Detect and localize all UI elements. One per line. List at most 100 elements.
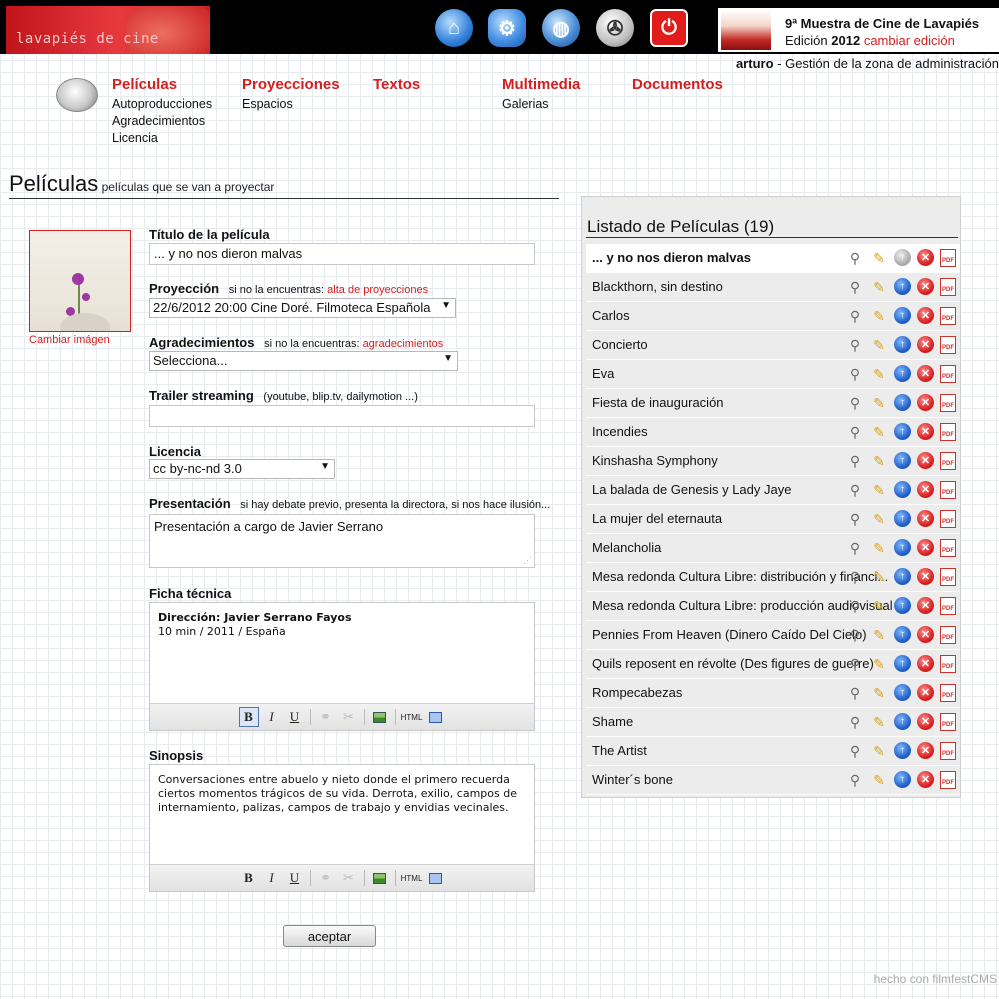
pencil-icon[interactable]: ✎ [870,336,888,354]
pencil-icon[interactable]: ✎ [870,249,888,267]
magnifier-icon[interactable]: ⚲ [846,307,864,325]
delete-icon[interactable]: ✕ [917,452,934,469]
magnifier-icon[interactable]: ⚲ [846,626,864,644]
pencil-icon[interactable]: ✎ [870,655,888,673]
delete-icon[interactable]: ✕ [917,655,934,672]
list-item[interactable]: Winter´s bone ⚲ ✎ ↑ ✕ PDF [586,766,960,795]
pencil-icon[interactable]: ✎ [870,365,888,383]
arrow-up-icon[interactable]: ↑ [894,684,911,701]
home-icon[interactable]: ⌂ [434,8,474,48]
list-item[interactable]: Fiesta de inauguración ⚲ ✎ ↑ ✕ PDF [586,389,960,418]
arrow-up-icon[interactable]: ↑ [894,655,911,672]
pencil-icon[interactable]: ✎ [870,626,888,644]
delete-icon[interactable]: ✕ [917,626,934,643]
film-title[interactable]: Concierto [592,337,648,352]
arrow-up-icon[interactable]: ↑ [894,394,911,411]
arrow-up-icon[interactable]: ↑ [894,626,911,643]
pdf-icon[interactable]: PDF [940,742,956,760]
list-item[interactable]: Eva ⚲ ✎ ↑ ✕ PDF [586,360,960,389]
arrow-up-icon[interactable]: ↑ [894,771,911,788]
film-title[interactable]: Blackthorn, sin destino [592,279,723,294]
pdf-icon[interactable]: PDF [940,713,956,731]
film-title[interactable]: The Artist [592,743,647,758]
pdf-icon[interactable]: PDF [940,423,956,441]
delete-icon[interactable]: ✕ [917,742,934,759]
pdf-icon[interactable]: PDF [940,307,956,325]
list-item[interactable]: Blackthorn, sin destino ⚲ ✎ ↑ ✕ PDF [586,273,960,302]
thanks-select[interactable]: Selecciona... ▼ [149,351,458,371]
film-title[interactable]: Incendies [592,424,648,439]
arrow-up-icon[interactable]: ↑ [894,249,911,266]
bold-button[interactable]: B [238,707,259,727]
list-item[interactable]: The Artist ⚲ ✎ ↑ ✕ PDF [586,737,960,766]
film-title[interactable]: ... y no nos dieron malvas [592,250,751,265]
arrow-up-icon[interactable]: ↑ [894,510,911,527]
arrow-up-icon[interactable]: ↑ [894,423,911,440]
pencil-icon[interactable]: ✎ [870,597,888,615]
magnifier-icon[interactable]: ⚲ [846,597,864,615]
pencil-icon[interactable]: ✎ [870,713,888,731]
menu-proyecciones-title[interactable]: Proyecciones [242,76,340,93]
pdf-icon[interactable]: PDF [940,249,956,267]
delete-icon[interactable]: ✕ [917,336,934,353]
delete-icon[interactable]: ✕ [917,249,934,266]
thanks-link[interactable]: agradecimientos [363,338,444,350]
film-title[interactable]: La balada de Genesis y Lady Jaye [592,482,791,497]
film-title[interactable]: Rompecabezas [592,685,682,700]
film-title[interactable]: Winter´s bone [592,772,673,787]
pdf-icon[interactable]: PDF [940,626,956,644]
list-item[interactable]: Pennies From Heaven (Dinero Caído Del Ci… [586,621,960,650]
pdf-icon[interactable]: PDF [940,655,956,673]
pdf-icon[interactable]: PDF [940,336,956,354]
film-reel-icon[interactable]: ✇ [595,8,635,48]
magnifier-icon[interactable]: ⚲ [846,365,864,383]
pdf-icon[interactable]: PDF [940,394,956,412]
magnifier-icon[interactable]: ⚲ [846,452,864,470]
pdf-icon[interactable]: PDF [940,684,956,702]
power-icon[interactable]: ⏻ [649,8,689,48]
film-title[interactable]: Fiesta de inauguración [592,395,724,410]
magnifier-icon[interactable]: ⚲ [846,539,864,557]
pencil-icon[interactable]: ✎ [870,452,888,470]
sheet-editor-content[interactable]: Dirección: Javier Serrano Fayos 10 min /… [150,603,534,647]
pencil-icon[interactable]: ✎ [870,278,888,296]
arrow-up-icon[interactable]: ↑ [894,336,911,353]
pencil-icon[interactable]: ✎ [870,394,888,412]
magnifier-icon[interactable]: ⚲ [846,423,864,441]
arrow-up-icon[interactable]: ↑ [894,539,911,556]
pencil-icon[interactable]: ✎ [870,481,888,499]
film-title[interactable]: Pennies From Heaven (Dinero Caído Del Ci… [592,627,867,642]
pdf-icon[interactable]: PDF [940,452,956,470]
pencil-icon[interactable]: ✎ [870,539,888,557]
arrow-up-icon[interactable]: ↑ [894,278,911,295]
magnifier-icon[interactable]: ⚲ [846,249,864,267]
insert-image-icon[interactable] [370,868,390,888]
delete-icon[interactable]: ✕ [917,568,934,585]
pencil-icon[interactable]: ✎ [870,568,888,586]
pdf-icon[interactable]: PDF [940,568,956,586]
arrow-up-icon[interactable]: ↑ [894,365,911,382]
film-title[interactable]: Mesa redonda Cultura Libre: distribución… [592,569,888,584]
list-item[interactable]: Mesa redonda Cultura Libre: producción a… [586,592,960,621]
pencil-icon[interactable]: ✎ [870,771,888,789]
delete-icon[interactable]: ✕ [917,423,934,440]
menu-item-licencia[interactable]: Licencia [112,130,212,147]
film-title[interactable]: Eva [592,366,614,381]
magnifier-icon[interactable]: ⚲ [846,394,864,412]
delete-icon[interactable]: ✕ [917,481,934,498]
link-icon[interactable]: ⚭ [316,868,336,888]
insert-image-icon[interactable] [370,707,390,727]
magnifier-icon[interactable]: ⚲ [846,742,864,760]
delete-icon[interactable]: ✕ [917,307,934,324]
magnifier-icon[interactable]: ⚲ [846,713,864,731]
delete-icon[interactable]: ✕ [917,510,934,527]
projection-add-link[interactable]: alta de proyecciones [327,284,428,296]
html-source-button[interactable]: HTML [401,868,423,888]
pdf-icon[interactable]: PDF [940,597,956,615]
arrow-up-icon[interactable]: ↑ [894,742,911,759]
list-item[interactable]: Incendies ⚲ ✎ ↑ ✕ PDF [586,418,960,447]
list-item[interactable]: La balada de Genesis y Lady Jaye ⚲ ✎ ↑ ✕ PDF [586,476,960,505]
list-item[interactable]: Concierto ⚲ ✎ ↑ ✕ PDF [586,331,960,360]
list-item[interactable]: Shame ⚲ ✎ ↑ ✕ PDF [586,708,960,737]
pdf-icon[interactable]: PDF [940,510,956,528]
